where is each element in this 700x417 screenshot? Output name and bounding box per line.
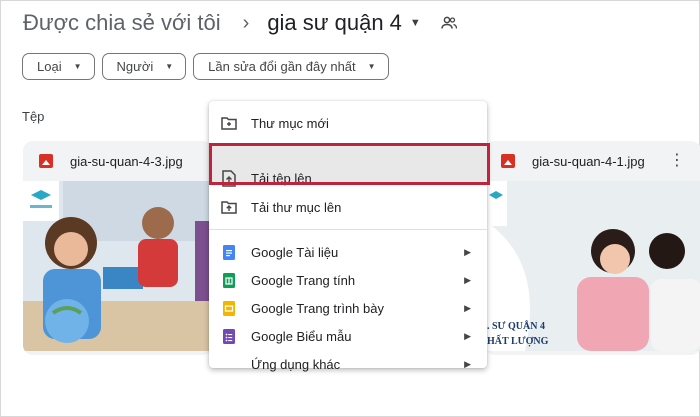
menu-item-label: Google Biểu mẫu xyxy=(251,328,352,344)
file-card[interactable]: gia-su-quan-4-3.jpg xyxy=(23,141,213,355)
annotation-highlight-box xyxy=(209,143,490,185)
new-folder-icon xyxy=(220,114,238,132)
submenu-arrow-icon: ▶ xyxy=(464,358,471,369)
google-docs-icon xyxy=(220,243,238,261)
filter-people-chip[interactable]: Người ▼ xyxy=(101,53,187,80)
submenu-arrow-icon: ▶ xyxy=(464,246,471,257)
submenu-arrow-icon: ▶ xyxy=(464,330,471,341)
breadcrumb: Được chia sẻ với tôi › gia sư quận 4 ▼ xyxy=(23,7,457,39)
menu-item-label: Ứng dụng khác xyxy=(251,356,341,372)
menu-item-label: Thư mục mới xyxy=(251,115,329,131)
google-slides-icon xyxy=(220,299,238,317)
filter-modified-chip[interactable]: Lần sửa đổi gần đây nhất ▼ xyxy=(193,53,389,80)
chevron-down-icon: ▼ xyxy=(367,62,376,71)
caret-down-icon: ▼ xyxy=(409,17,421,29)
file-thumbnail: . SƯ QUẬN 4 HẤT LƯỢNG xyxy=(485,181,700,351)
file-name: gia-su-quan-4-1.jpg xyxy=(532,153,645,169)
menu-item-label: Google Tài liệu xyxy=(251,244,339,260)
menu-item-google-sheets[interactable]: Google Trang tính ▶ xyxy=(209,266,487,294)
file-card-header: gia-su-quan-4-3.jpg xyxy=(23,141,213,181)
thumbnail-caption: . SƯ QUẬN 4 xyxy=(487,319,545,332)
current-folder-button[interactable]: gia sư quận 4 ▼ xyxy=(267,10,421,36)
submenu-arrow-icon: ▶ xyxy=(464,274,471,285)
filter-people-label: Người xyxy=(116,59,154,74)
breadcrumb-separator: › xyxy=(242,11,250,34)
image-file-icon xyxy=(501,154,515,168)
file-card-header: gia-su-quan-4-1.jpg xyxy=(485,141,700,181)
shared-people-icon[interactable] xyxy=(441,15,457,31)
filter-bar: Loại ▼ Người ▼ Lần sửa đổi gần đây nhất … xyxy=(22,53,389,80)
drive-window: Được chia sẻ với tôi › gia sư quận 4 ▼ L… xyxy=(0,0,700,417)
file-name: gia-su-quan-4-3.jpg xyxy=(70,153,183,169)
menu-divider xyxy=(209,229,487,230)
folder-upload-icon xyxy=(220,198,238,216)
files-section-label: Tệp xyxy=(22,109,45,124)
menu-item-label: Google Trang trình bày xyxy=(251,300,384,316)
google-forms-icon xyxy=(220,327,238,345)
menu-item-google-docs[interactable]: Google Tài liệu ▶ xyxy=(209,238,487,266)
menu-item-google-slides[interactable]: Google Trang trình bày ▶ xyxy=(209,294,487,322)
current-folder-name: gia sư quận 4 xyxy=(267,10,402,35)
filter-type-chip[interactable]: Loại ▼ xyxy=(22,53,95,80)
new-item-menu: Thư mục mới Tải tệp lên Tải thư mục lên … xyxy=(209,101,487,372)
chevron-down-icon: ▼ xyxy=(73,62,82,71)
menu-item-google-forms[interactable]: Google Biểu mẫu ▶ xyxy=(209,322,487,350)
menu-item-upload-folder[interactable]: Tải thư mục lên xyxy=(209,193,487,221)
menu-item-more-apps[interactable]: Ứng dụng khác ▶ xyxy=(209,350,487,378)
image-file-icon xyxy=(39,154,53,168)
file-thumbnail xyxy=(23,181,213,351)
chevron-down-icon: ▼ xyxy=(165,62,174,71)
google-sheets-icon xyxy=(220,271,238,289)
submenu-arrow-icon: ▶ xyxy=(464,302,471,313)
filter-modified-label: Lần sửa đổi gần đây nhất xyxy=(208,59,356,74)
thumbnail-caption: HẤT LƯỢNG xyxy=(487,334,549,347)
menu-item-label: Google Trang tính xyxy=(251,272,356,288)
breadcrumb-shared-with-me[interactable]: Được chia sẻ với tôi xyxy=(23,10,221,36)
more-options-icon[interactable]: ⋮ xyxy=(669,153,685,169)
file-card[interactable]: gia-su-quan-4-1.jpg ⋮ . SƯ QUẬN 4 HẤT LƯ… xyxy=(485,141,700,355)
menu-item-label: Tải thư mục lên xyxy=(251,199,342,215)
menu-item-new-folder[interactable]: Thư mục mới xyxy=(209,109,487,137)
filter-type-label: Loại xyxy=(37,59,62,74)
